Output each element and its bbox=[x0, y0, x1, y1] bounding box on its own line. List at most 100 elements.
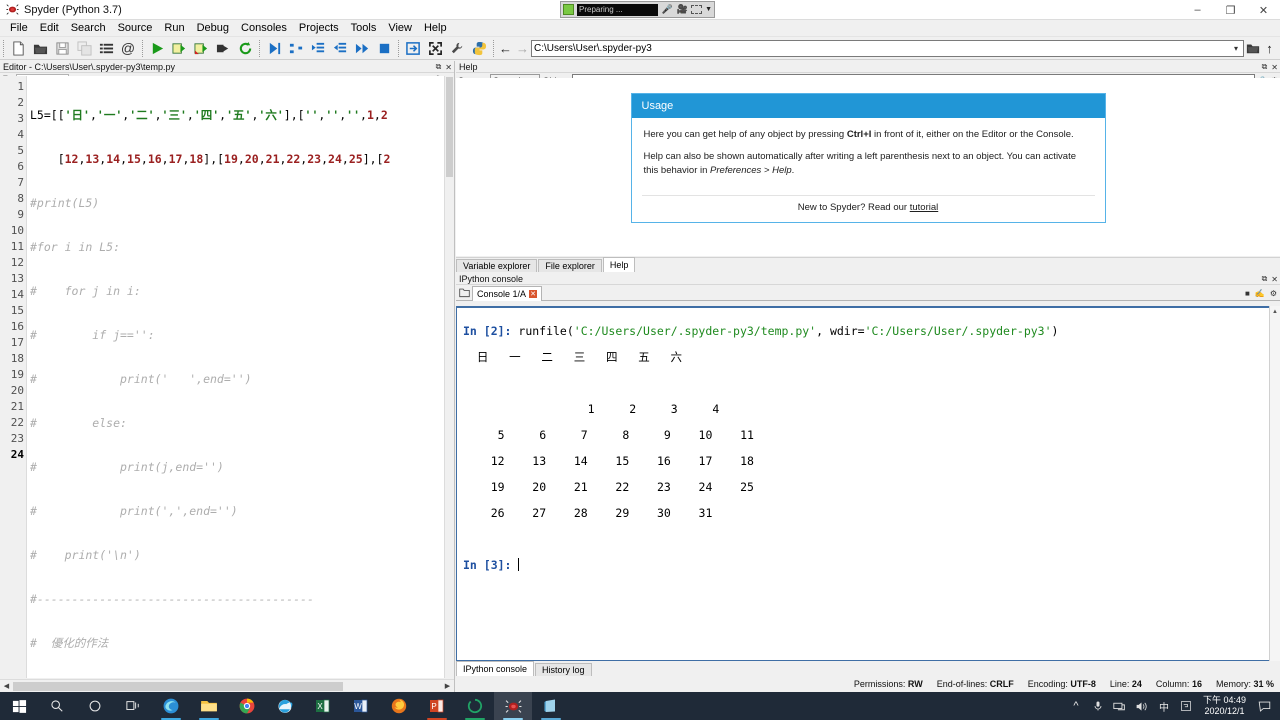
run-cell-advance-icon[interactable] bbox=[190, 38, 212, 59]
debug-stop-icon[interactable] bbox=[373, 38, 395, 59]
run-cell-icon[interactable] bbox=[168, 38, 190, 59]
close-button[interactable]: ✕ bbox=[1247, 0, 1280, 20]
spyder-taskbar-icon[interactable] bbox=[494, 692, 532, 720]
new-file-icon[interactable] bbox=[7, 38, 29, 59]
console-vertical-scrollbar[interactable]: ▲ bbox=[1269, 306, 1280, 661]
options-gear-icon[interactable]: ⚙ bbox=[1270, 289, 1277, 298]
folder-icon[interactable] bbox=[1244, 39, 1261, 58]
debug-step-over-icon[interactable] bbox=[285, 38, 307, 59]
scrollbar-thumb[interactable] bbox=[13, 681, 343, 691]
close-icon[interactable]: ✕ bbox=[529, 290, 538, 298]
re-run-icon[interactable] bbox=[234, 38, 256, 59]
word-icon[interactable]: W bbox=[342, 692, 380, 720]
microphone-icon[interactable] bbox=[1087, 692, 1109, 720]
fullscreen-icon[interactable] bbox=[424, 38, 446, 59]
scroll-up-icon[interactable]: ▲ bbox=[1270, 306, 1280, 317]
ring-app-icon[interactable] bbox=[456, 692, 494, 720]
undock-icon[interactable]: ⧉ bbox=[1262, 62, 1268, 72]
menu-edit[interactable]: Edit bbox=[34, 20, 65, 37]
forward-arrow-icon[interactable]: → bbox=[514, 39, 531, 58]
console-tab-1a[interactable]: Console 1/A ✕ bbox=[472, 286, 543, 301]
close-icon[interactable]: ✕ bbox=[1271, 275, 1278, 284]
debug-continue-icon[interactable] bbox=[351, 38, 373, 59]
screen-recorder-overlay[interactable]: Preparing ... 🎤 🎥 ▼ bbox=[560, 1, 715, 18]
python-path-icon[interactable] bbox=[468, 38, 490, 59]
debug-step-into-icon[interactable] bbox=[307, 38, 329, 59]
preferences-icon[interactable] bbox=[446, 38, 468, 59]
mic-muted-icon[interactable]: 🎤 bbox=[661, 4, 673, 16]
tutorial-link[interactable]: tutorial bbox=[910, 202, 939, 213]
volume-icon[interactable] bbox=[1131, 692, 1153, 720]
at-icon[interactable]: @ bbox=[117, 38, 139, 59]
editor-horizontal-scrollbar[interactable]: ◀ ▶ bbox=[0, 679, 454, 692]
maximize-button[interactable]: ❐ bbox=[1214, 0, 1247, 20]
search-icon[interactable] bbox=[38, 692, 76, 720]
code-text[interactable]: L5=[['日','一','二','三','四','五','六'],['',''… bbox=[27, 76, 454, 678]
region-select-icon[interactable] bbox=[691, 5, 703, 14]
camera-icon[interactable]: 🎥 bbox=[676, 4, 688, 16]
up-arrow-icon[interactable]: ↑ bbox=[1261, 39, 1278, 58]
chevron-down-icon[interactable]: ▾ bbox=[1231, 44, 1241, 53]
scrollbar-track[interactable] bbox=[13, 681, 441, 692]
undock-icon[interactable]: ⧉ bbox=[436, 62, 442, 72]
scrollbar-thumb[interactable] bbox=[446, 77, 453, 177]
run-selection-icon[interactable] bbox=[212, 38, 234, 59]
menu-source[interactable]: Source bbox=[112, 20, 159, 37]
clear-console-icon[interactable]: ✍ bbox=[1255, 289, 1265, 298]
browse-tabs-icon[interactable] bbox=[456, 285, 472, 300]
file-explorer-icon[interactable] bbox=[190, 692, 228, 720]
dropdown-caret-icon[interactable]: ▼ bbox=[705, 6, 712, 13]
close-icon[interactable]: ✕ bbox=[1271, 63, 1278, 72]
menu-help[interactable]: Help bbox=[418, 20, 453, 37]
menu-tools[interactable]: Tools bbox=[345, 20, 383, 37]
taskbar-clock[interactable]: 下午 04:49 2020/12/1 bbox=[1197, 692, 1252, 720]
menu-search[interactable]: Search bbox=[65, 20, 112, 37]
network-icon[interactable] bbox=[1109, 692, 1131, 720]
menu-run[interactable]: Run bbox=[158, 20, 190, 37]
menu-debug[interactable]: Debug bbox=[191, 20, 235, 37]
powerpoint-icon[interactable]: P bbox=[418, 692, 456, 720]
editor-vertical-scrollbar[interactable] bbox=[444, 76, 454, 678]
maximize-pane-icon[interactable] bbox=[402, 38, 424, 59]
debug-step-return-icon[interactable] bbox=[329, 38, 351, 59]
ime-mode-icon[interactable] bbox=[1175, 692, 1197, 720]
notification-icon[interactable] bbox=[1252, 692, 1276, 720]
firefox-icon[interactable] bbox=[380, 692, 418, 720]
recorder-record-button[interactable] bbox=[563, 4, 574, 15]
scroll-left-icon[interactable]: ◀ bbox=[0, 680, 13, 693]
edge-icon[interactable] bbox=[152, 692, 190, 720]
scroll-right-icon[interactable]: ▶ bbox=[441, 680, 454, 693]
run-file-icon[interactable] bbox=[146, 38, 168, 59]
path-combobox[interactable]: C:\Users\User\.spyder-py3 ▾ bbox=[531, 39, 1244, 57]
tab-variable-explorer[interactable]: Variable explorer bbox=[456, 259, 538, 272]
tab-help[interactable]: Help bbox=[602, 257, 636, 272]
save-file-icon[interactable] bbox=[51, 38, 73, 59]
minimize-button[interactable]: – bbox=[1181, 0, 1214, 20]
open-file-icon[interactable] bbox=[29, 38, 51, 59]
list-icon[interactable] bbox=[95, 38, 117, 59]
tab-ipython-console[interactable]: IPython console bbox=[456, 661, 535, 676]
menu-consoles[interactable]: Consoles bbox=[235, 20, 293, 37]
stop-icon[interactable]: ■ bbox=[1245, 289, 1250, 298]
store-icon[interactable] bbox=[532, 692, 570, 720]
chrome-icon[interactable] bbox=[228, 692, 266, 720]
task-view-icon[interactable] bbox=[114, 692, 152, 720]
excel-icon[interactable]: X bbox=[304, 692, 342, 720]
menu-view[interactable]: View bbox=[382, 20, 418, 37]
chevron-up-icon[interactable]: ^ bbox=[1065, 692, 1087, 720]
debug-file-icon[interactable] bbox=[263, 38, 285, 59]
undock-icon[interactable]: ⧉ bbox=[1262, 274, 1268, 284]
menu-file[interactable]: File bbox=[4, 20, 34, 37]
close-icon[interactable]: ✕ bbox=[445, 63, 452, 72]
tab-file-explorer[interactable]: File explorer bbox=[538, 259, 602, 272]
console-output[interactable]: In [2]: runfile('C:/Users/User/.spyder-p… bbox=[456, 306, 1280, 661]
start-button[interactable] bbox=[0, 692, 38, 720]
ime-icon[interactable]: 中 bbox=[1153, 692, 1175, 720]
back-arrow-icon[interactable]: ← bbox=[497, 39, 514, 58]
tab-history-log[interactable]: History log bbox=[535, 663, 592, 676]
menu-projects[interactable]: Projects bbox=[293, 20, 345, 37]
internet-explorer-icon[interactable] bbox=[266, 692, 304, 720]
save-all-icon[interactable] bbox=[73, 38, 95, 59]
code-editor[interactable]: 1 2 3 4 5 6 7 8 9 10 11 12 13 14 15 16 1 bbox=[0, 76, 454, 678]
cortana-circle-icon[interactable] bbox=[76, 692, 114, 720]
